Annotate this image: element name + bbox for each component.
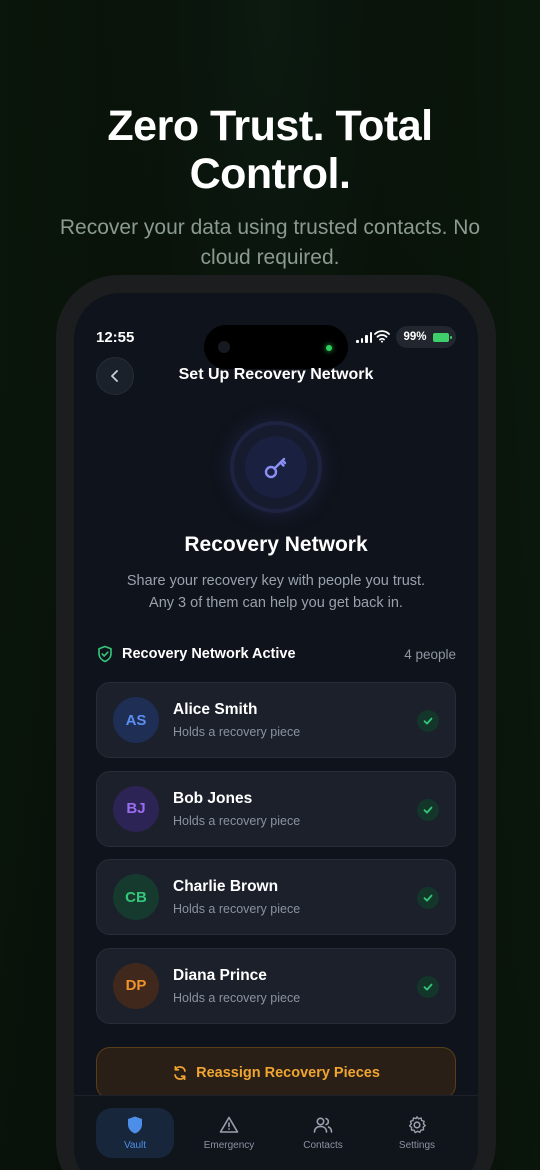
hero-subtitle: Recover your data using trusted contacts… [59,216,481,269]
tab-label: Vault [123,1140,147,1151]
avatar: DP [113,962,159,1009]
gear-icon [408,1116,426,1134]
avatar: BJ [113,785,159,832]
users-icon [313,1117,333,1133]
avatar: CB [113,874,159,920]
tab-settings[interactable]: Settings [378,1108,456,1158]
phone-frame: 12:55 99% Set Up Recovery Network Recove… [56,275,496,1170]
tab-emergency[interactable]: Emergency [190,1108,268,1158]
check-icon [417,798,439,821]
privacy-indicator [326,345,332,351]
tab-label: Settings [398,1140,436,1151]
tab-label: Emergency [203,1140,255,1151]
contact-name: Alice Smith [173,701,258,718]
contact-status: Holds a recovery piece [173,813,301,828]
battery-percent: 99% [403,331,427,343]
page-title: Set Up Recovery Network [178,366,374,383]
reassign-button[interactable]: Reassign Recovery Pieces [96,1047,456,1099]
contact-status: Holds a recovery piece [173,725,301,739]
avatar: AS [113,697,159,743]
hero-title: Zero Trust. Total Control. [107,102,433,198]
contact-name: Bob Jones [173,789,253,807]
reassign-label: Reassign Recovery Pieces [196,1065,380,1081]
key-badge [234,425,318,509]
check-icon [417,975,439,998]
battery-icon [432,332,452,342]
shield-check-icon [98,645,112,663]
contact-card[interactable]: CB Charlie Brown Holds a recovery piece [96,859,456,935]
warning-icon [219,1116,239,1133]
battery-indicator: 99% [396,326,456,348]
shield-icon [128,1116,142,1134]
signal-icon [356,331,372,343]
people-count: 4 people [404,646,456,662]
section-description: Share your recovery key with people you … [126,573,426,611]
contact-name: Diana Prince [173,966,267,984]
dynamic-island [204,325,348,369]
network-status-row: Recovery Network Active 4 people [96,645,456,663]
tab-vault[interactable]: Vault [96,1108,174,1158]
network-status-label: Recovery Network Active [122,646,296,662]
contact-status: Holds a recovery piece [173,990,301,1005]
tab-bar: Vault Emergency Contacts Settings [74,1095,478,1170]
section-title: Recovery Network [184,533,368,556]
contact-card[interactable]: AS Alice Smith Holds a recovery piece [96,682,456,758]
contact-list: AS Alice Smith Holds a recovery piece BJ… [96,682,456,1036]
contact-status: Holds a recovery piece [173,902,301,916]
refresh-icon [174,1065,186,1081]
key-icon [264,457,287,479]
contact-card[interactable]: DP Diana Prince Holds a recovery piece [96,947,456,1024]
tab-label: Contacts [303,1140,343,1151]
phone-screen: 12:55 99% Set Up Recovery Network Recove… [74,293,478,1170]
check-icon [417,710,439,732]
wifi-icon [374,330,390,343]
contact-name: Charlie Brown [173,878,279,895]
camera-icon [218,341,230,353]
tab-contacts[interactable]: Contacts [284,1108,362,1158]
status-time: 12:55 [96,329,135,346]
check-icon [417,887,439,909]
contact-card[interactable]: BJ Bob Jones Holds a recovery piece [96,770,456,847]
